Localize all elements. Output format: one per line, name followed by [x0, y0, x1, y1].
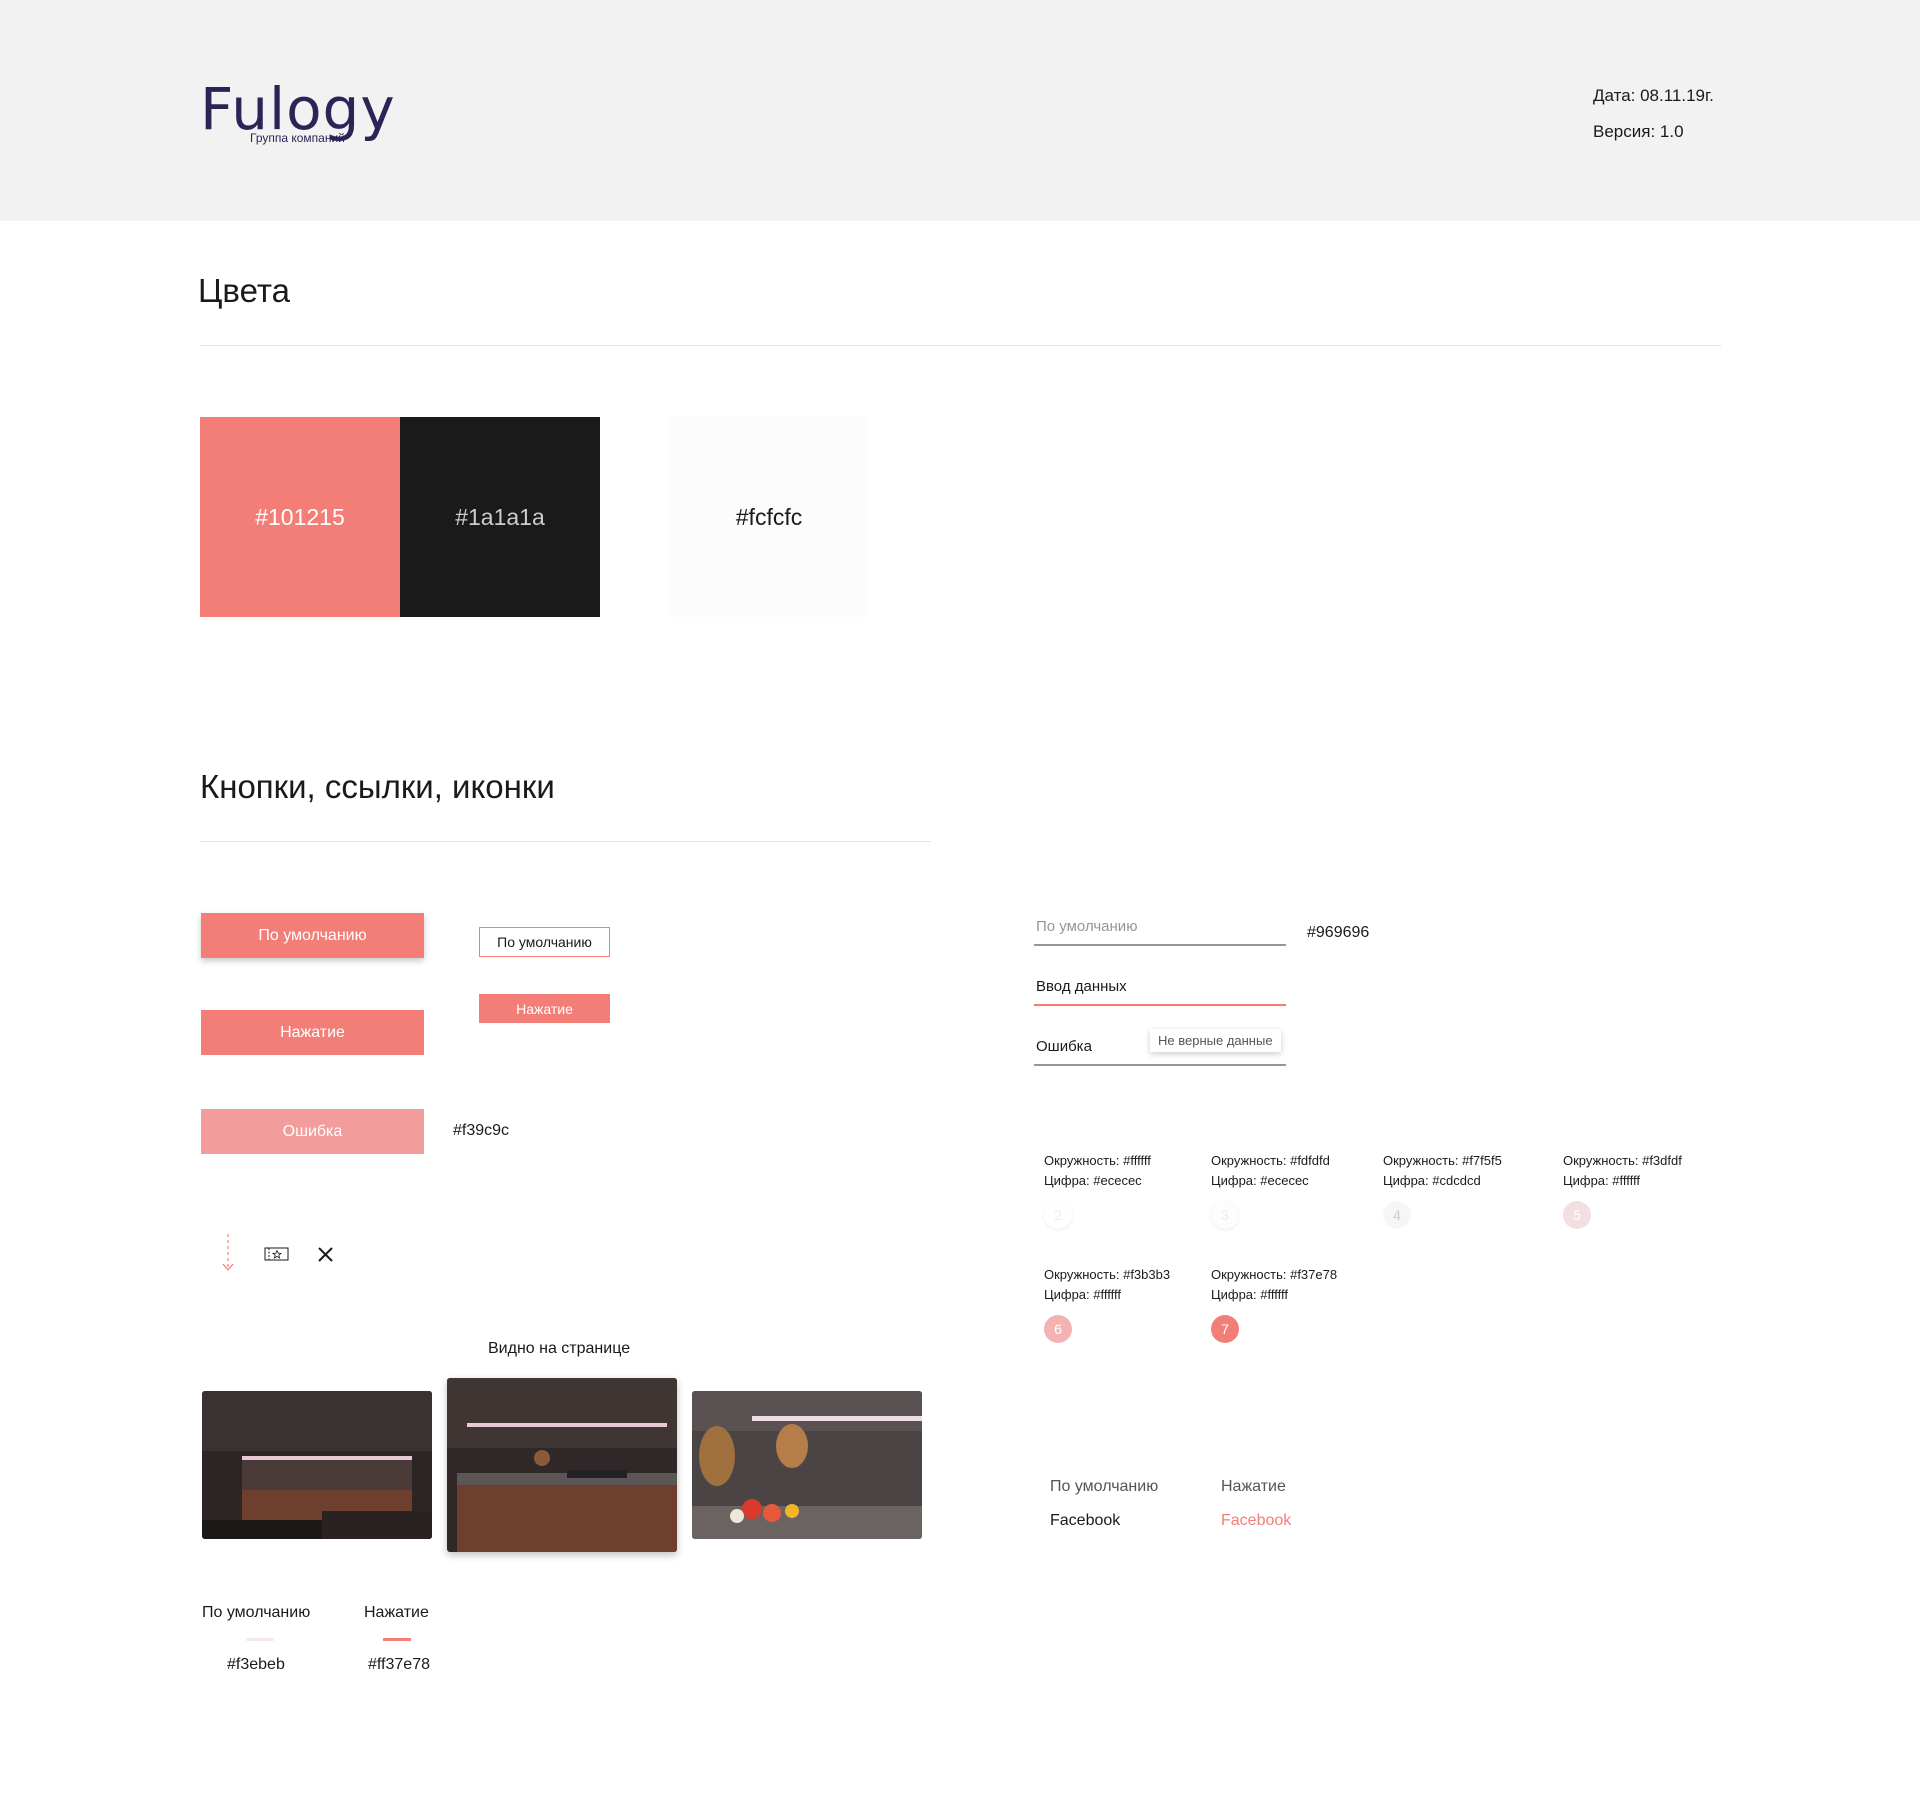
tab-pressed-underline: [383, 1638, 411, 1641]
error-color-label: #f39c9c: [453, 1122, 510, 1139]
gallery-caption: Видно на странице: [488, 1340, 631, 1357]
outline-button[interactable]: По умолчанию: [479, 927, 610, 957]
pagination-circle-5[interactable]: 5: [1563, 1201, 1591, 1229]
pagination-circle-3[interactable]: 3: [1211, 1201, 1239, 1229]
input-error-value: Ошибка: [1036, 1038, 1092, 1055]
tab-default-color: #f3ebeb: [227, 1656, 285, 1673]
circle-5-spec: Окружность: #f3dfdf Цифра: #ffffff: [1563, 1151, 1682, 1191]
circle-4-spec: Окружность: #f7f5f5 Цифра: #cdcdcd: [1383, 1151, 1502, 1191]
circle-5-ring-label: Окружность: #f3dfdf: [1563, 1153, 1682, 1168]
swatch-primary: #101215: [200, 417, 400, 617]
error-button[interactable]: Ошибка: [201, 1109, 424, 1154]
circle-2-digit-label: Цифра: #ececec: [1044, 1173, 1142, 1188]
circle-7-digit-label: Цифра: #ffffff: [1211, 1287, 1288, 1302]
pagination-circle-6[interactable]: 6: [1044, 1315, 1072, 1343]
input-active[interactable]: Ввод данных: [1034, 974, 1286, 1006]
link-default-label: По умолчанию: [1050, 1478, 1159, 1495]
kitchen-photo-2[interactable]: [447, 1378, 677, 1552]
circle-7-ring-label: Окружность: #f37e78: [1211, 1267, 1338, 1282]
pagination-circle-7[interactable]: 7: [1211, 1315, 1239, 1343]
circle-6-digit-label: Цифра: #ffffff: [1044, 1287, 1121, 1302]
buttons-section-title: Кнопки, ссылки, иконки: [200, 768, 555, 805]
pagination-circle-2[interactable]: 2: [1044, 1201, 1072, 1229]
buttons-divider: [200, 841, 931, 842]
doc-date: Дата: 08.11.19г.: [1593, 86, 1714, 105]
circle-4-digit-label: Цифра: #cdcdcd: [1383, 1173, 1481, 1188]
input-error-underline: [1034, 1064, 1286, 1066]
tab-default-label: По умолчанию: [202, 1604, 311, 1621]
colors-section-title: Цвета: [198, 272, 290, 309]
kitchen-photo-1[interactable]: [202, 1391, 432, 1539]
page-header: Fulogy Группа компаний Дата: 08.11.19г. …: [0, 0, 1920, 221]
tab-pressed-color: #ff37e78: [368, 1656, 430, 1673]
circle-3-digit-label: Цифра: #ececec: [1211, 1173, 1309, 1188]
circle-5-digit-label: Цифра: #ffffff: [1563, 1173, 1640, 1188]
circle-6-spec: Окружность: #f3b3b3 Цифра: #ffffff: [1044, 1265, 1170, 1305]
input-default[interactable]: По умолчанию: [1034, 914, 1286, 946]
fulogy-logo[interactable]: Fulogy Группа компаний: [200, 80, 395, 150]
scroll-down-icon[interactable]: [219, 1232, 237, 1274]
circle-6-ring-label: Окружность: #f3b3b3: [1044, 1267, 1171, 1282]
close-icon[interactable]: [317, 1246, 334, 1263]
input-default-color: #969696: [1307, 924, 1370, 941]
pagination-circle-4[interactable]: 4: [1383, 1201, 1411, 1229]
error-tooltip: Не верные данные: [1150, 1029, 1281, 1052]
tab-default-underline: [246, 1638, 274, 1641]
doc-version: Версия: 1.0: [1593, 122, 1684, 141]
circle-3-spec: Окружность: #fdfdfd Цифра: #ececec: [1211, 1151, 1330, 1191]
pressed-button[interactable]: Нажатие: [201, 1010, 424, 1055]
logo-wordmark: Fulogy: [200, 75, 396, 143]
swatch-light: #fcfcfc: [669, 417, 869, 617]
swatch-dark: #1a1a1a: [400, 417, 600, 617]
circle-4-ring-label: Окружность: #f7f5f5: [1383, 1153, 1502, 1168]
input-active-underline: [1034, 1004, 1286, 1006]
input-active-value: Ввод данных: [1036, 978, 1127, 995]
circle-7-spec: Окружность: #f37e78 Цифра: #ffffff: [1211, 1265, 1337, 1305]
circle-2-ring-label: Окружность: #ffffff: [1044, 1153, 1151, 1168]
swatch-light-label: #fcfcfc: [735, 503, 803, 530]
kitchen-photo-3[interactable]: [692, 1391, 922, 1539]
colors-divider: [200, 345, 1721, 346]
input-default-underline: [1034, 944, 1286, 946]
ticket-icon[interactable]: [264, 1246, 289, 1263]
circle-3-ring-label: Окружность: #fdfdfd: [1211, 1153, 1330, 1168]
circle-2-spec: Окружность: #ffffff Цифра: #ececec: [1044, 1151, 1151, 1191]
link-pressed-label: Нажатие: [1221, 1478, 1286, 1495]
swatch-dark-label: #1a1a1a: [455, 503, 545, 530]
swatch-primary-label: #101215: [255, 503, 345, 530]
small-pressed-button[interactable]: Нажатие: [479, 994, 610, 1023]
facebook-link-default[interactable]: Facebook: [1050, 1512, 1120, 1530]
tab-pressed-label: Нажатие: [364, 1604, 429, 1621]
logo-subtitle: Группа компаний: [250, 131, 345, 145]
input-default-placeholder: По умолчанию: [1036, 918, 1138, 935]
default-button[interactable]: По умолчанию: [201, 913, 424, 958]
facebook-link-pressed[interactable]: Facebook: [1221, 1512, 1291, 1530]
